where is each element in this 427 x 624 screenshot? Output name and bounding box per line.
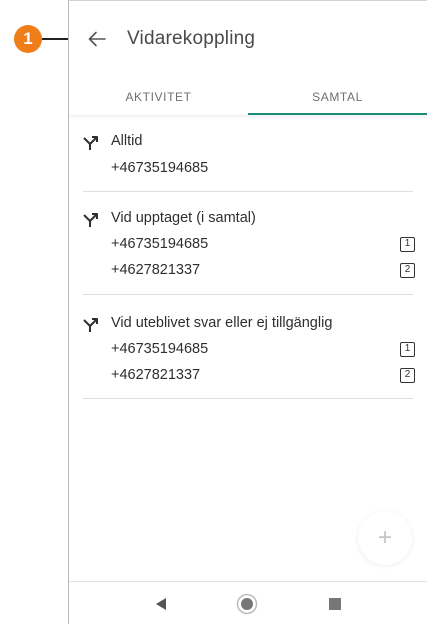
forwarding-number: +4627821337 <box>111 367 201 383</box>
forwarding-rule-label: Alltid <box>111 133 143 149</box>
back-button[interactable] <box>83 25 111 53</box>
forwarding-rule-no-answer[interactable]: Vid uteblivet svar eller ej tillgänglig … <box>69 311 427 396</box>
priority-badge: 1 <box>400 342 415 357</box>
tab-samtal[interactable]: SAMTAL <box>248 79 427 115</box>
list-divider <box>83 191 413 192</box>
nav-home-button[interactable] <box>235 592 259 616</box>
forwarding-rule-always[interactable]: Alltid +46735194685 <box>69 129 427 191</box>
tab-bar: AKTIVITET SAMTAL <box>69 79 427 115</box>
forwarding-number: +46735194685 <box>111 341 209 357</box>
annotation-marker: 1 <box>14 25 42 53</box>
list-divider <box>83 294 413 295</box>
forwarding-number: +46735194685 <box>111 236 209 252</box>
page-title: Vidarekoppling <box>127 28 256 49</box>
plus-icon: + <box>377 524 392 551</box>
nav-recents-square-icon <box>329 598 341 610</box>
system-navigation-bar <box>69 581 427 624</box>
nav-home-circle-icon <box>236 593 258 615</box>
priority-badge: 2 <box>400 263 415 278</box>
phone-screen: Vidarekoppling AKTIVITET SAMTAL Alltid +… <box>68 0 427 624</box>
tab-aktivitet[interactable]: AKTIVITET <box>69 79 248 115</box>
annotation-marker-label: 1 <box>23 29 33 48</box>
priority-badge: 1 <box>400 237 415 252</box>
call-forward-icon <box>83 318 98 332</box>
call-forward-icon <box>83 136 98 150</box>
arrow-left-icon <box>88 31 106 47</box>
nav-back-button[interactable] <box>149 592 173 616</box>
tab-aktivitet-label: AKTIVITET <box>125 90 192 104</box>
nav-back-triangle-icon <box>156 598 166 610</box>
forwarding-rule-label: Vid uteblivet svar eller ej tillgänglig <box>111 315 333 331</box>
forwarding-number: +46735194685 <box>111 160 209 176</box>
list-divider <box>83 398 413 399</box>
screenshot-stage: 1 Vidarekoppling AKTIVITET SAMTAL Alltid… <box>0 0 427 624</box>
forwarding-rule-busy[interactable]: Vid upptaget (i samtal) +46735194685 1 +… <box>69 206 427 291</box>
forwarding-number: +4627821337 <box>111 262 201 278</box>
forwarding-rule-label: Vid upptaget (i samtal) <box>111 210 256 226</box>
app-header: Vidarekoppling <box>69 1 427 79</box>
add-forwarding-button[interactable]: + <box>358 511 412 565</box>
tab-samtal-label: SAMTAL <box>312 90 363 104</box>
call-forward-icon <box>83 213 98 227</box>
nav-recents-button[interactable] <box>323 592 347 616</box>
priority-badge: 2 <box>400 368 415 383</box>
